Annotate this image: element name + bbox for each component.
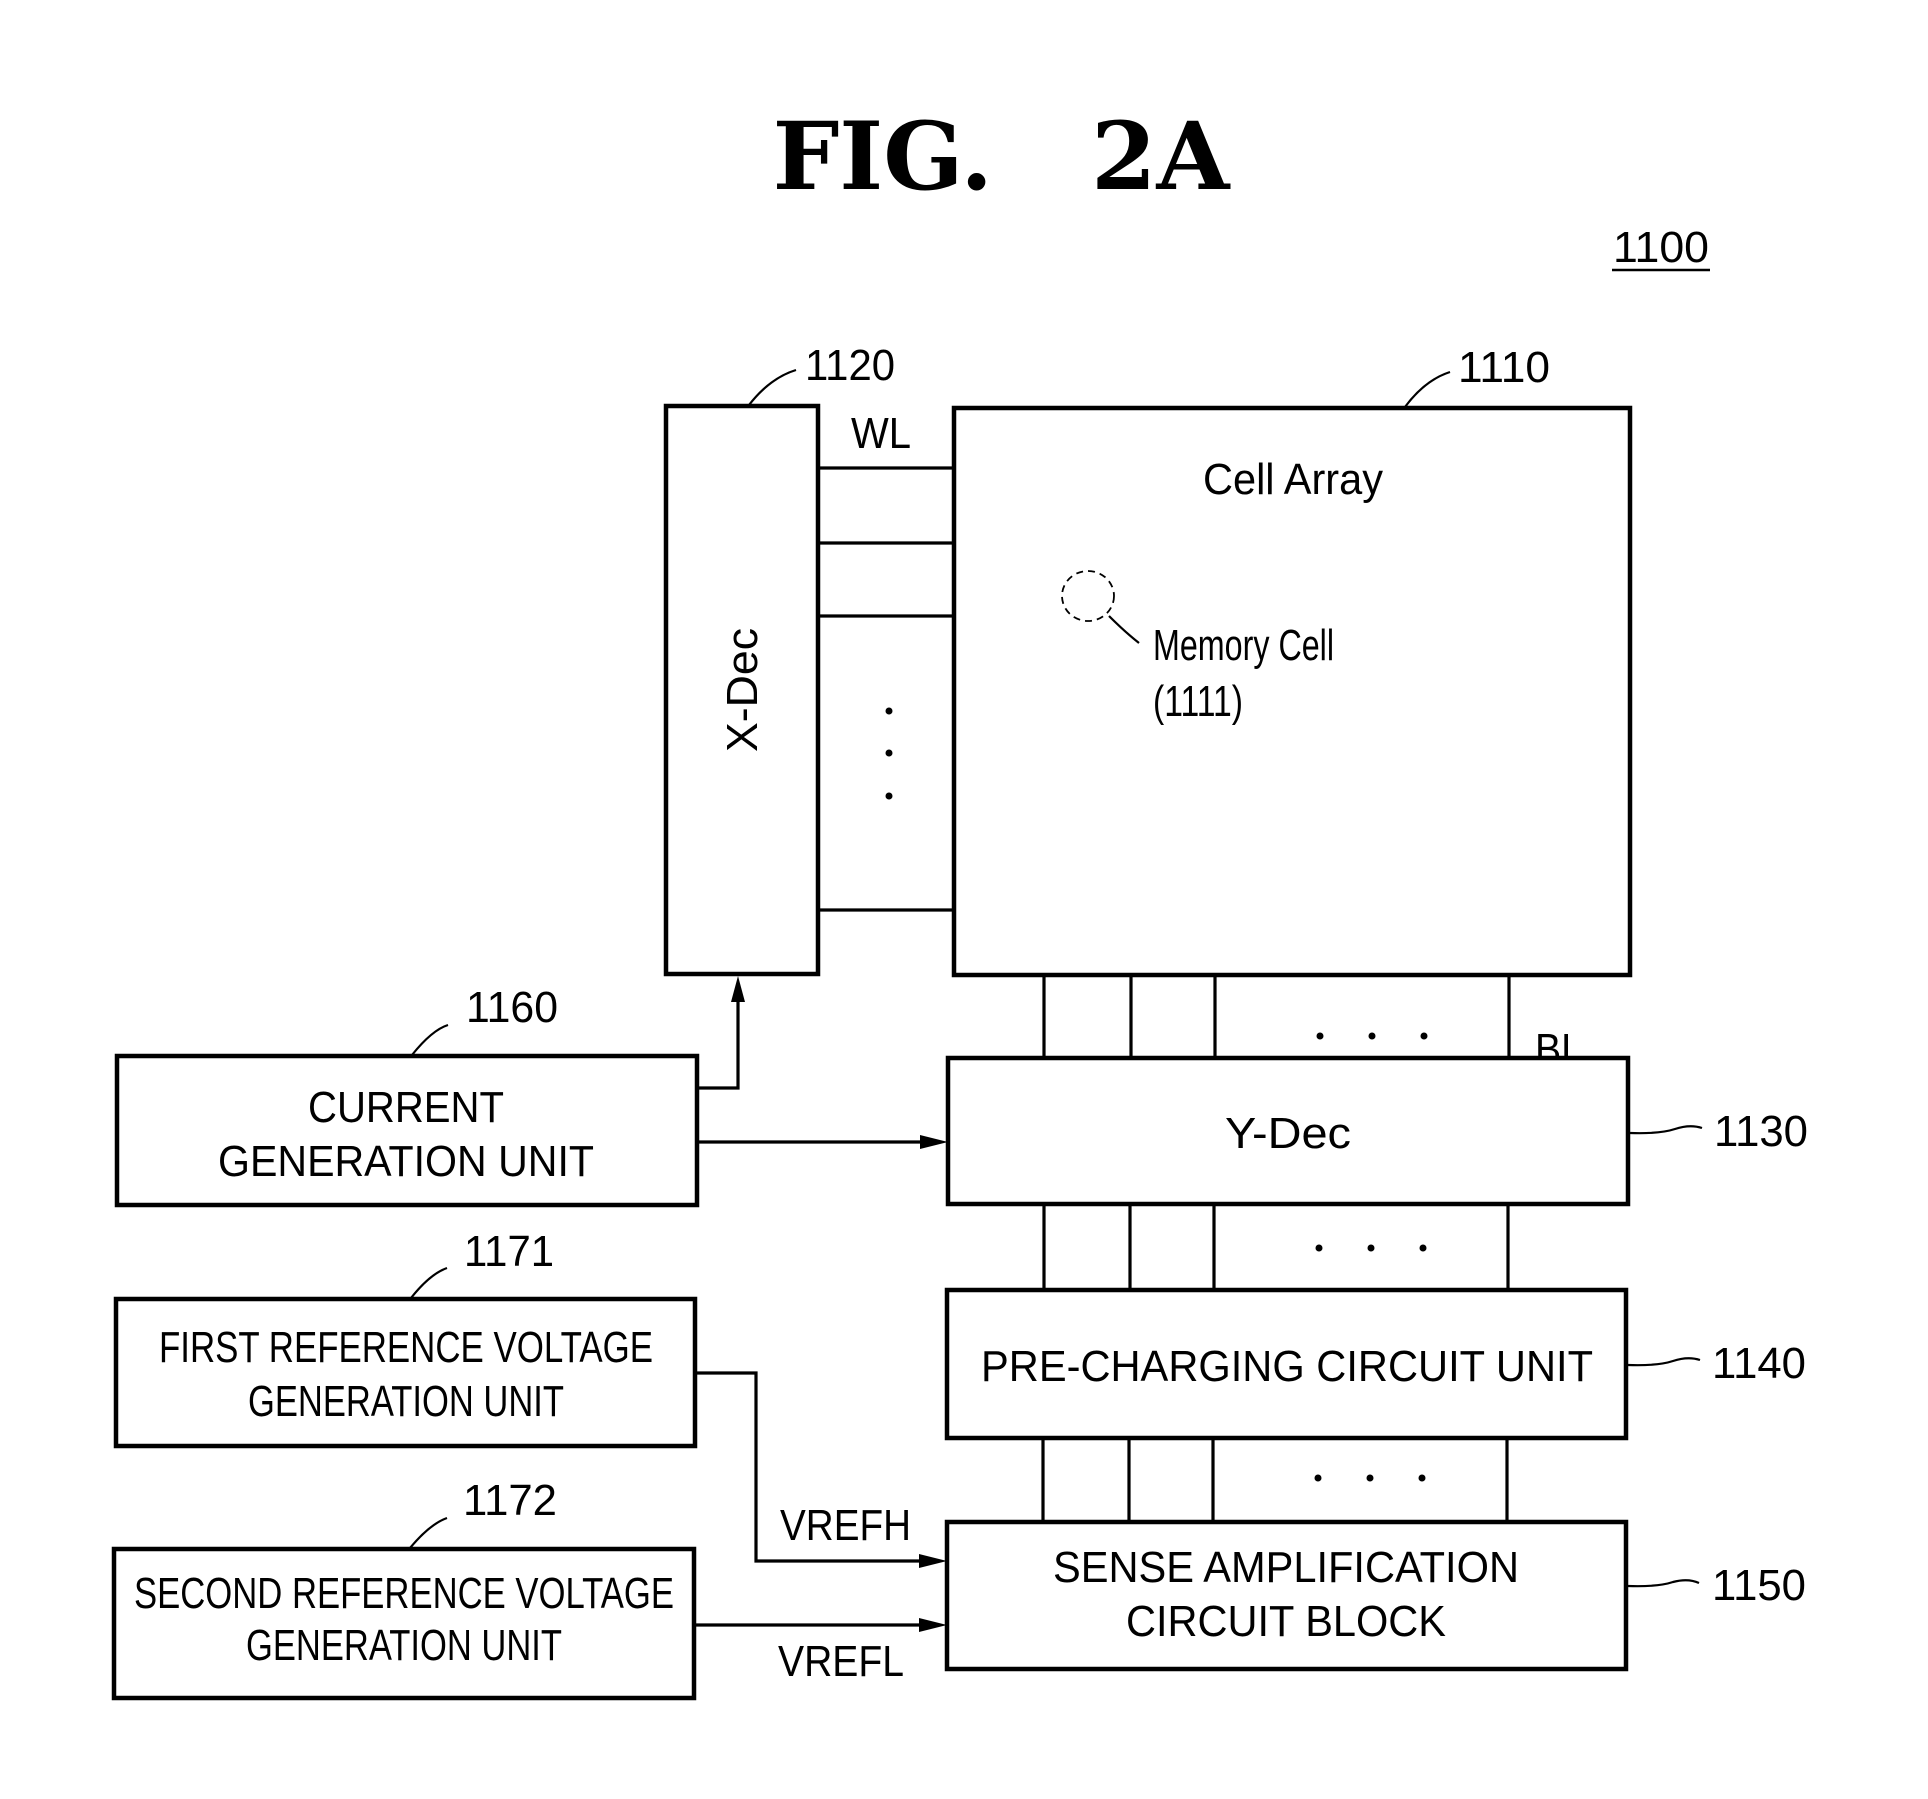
sense-amp-label-line2: CIRCUIT BLOCK bbox=[1126, 1597, 1446, 1646]
sense-amp-ref: 1150 bbox=[1712, 1561, 1806, 1610]
column-ellipsis-dot bbox=[1314, 1474, 1322, 1482]
first-reference-ref: 1171 bbox=[464, 1227, 554, 1276]
second-reference-block: SECOND REFERENCE VOLTAGE GENERATION UNIT bbox=[111, 1546, 697, 1701]
figure-reference-number: 1100 bbox=[1613, 223, 1709, 272]
current-generation-label-line2: GENERATION UNIT bbox=[218, 1137, 594, 1186]
first-reference-block: FIRST REFERENCE VOLTAGE GENERATION UNIT bbox=[113, 1296, 698, 1449]
word-line-ellipsis-dot bbox=[885, 749, 893, 757]
column-ellipsis-dot bbox=[1315, 1244, 1323, 1252]
word-line-ellipsis-dot bbox=[885, 707, 893, 715]
column-ellipsis-dot bbox=[1419, 1244, 1427, 1252]
arrow-up-icon bbox=[731, 976, 745, 1002]
y-decoder-leader bbox=[1629, 1125, 1703, 1135]
word-line-label: WL bbox=[851, 409, 911, 458]
sense-amp-label-line1: SENSE AMPLIFICATION bbox=[1053, 1543, 1519, 1592]
column-ellipsis-dot bbox=[1367, 1244, 1375, 1252]
first-reference-label-line1: FIRST REFERENCE VOLTAGE bbox=[159, 1323, 653, 1372]
y-decoder-ref: 1130 bbox=[1714, 1107, 1808, 1156]
sense-amp-leader bbox=[1627, 1579, 1700, 1588]
column-ellipsis-dot bbox=[1418, 1474, 1426, 1482]
current-generation-label-line1: CURRENT bbox=[308, 1083, 504, 1132]
second-reference-label-line2: GENERATION UNIT bbox=[246, 1621, 562, 1670]
cell-array-label: Cell Array bbox=[1203, 455, 1383, 504]
precharging-label: PRE-CHARGING CIRCUIT UNIT bbox=[981, 1342, 1593, 1391]
second-reference-ref: 1172 bbox=[463, 1476, 557, 1525]
x-decoder-label: X-Dec bbox=[718, 628, 767, 752]
current-generation-leader bbox=[411, 1023, 449, 1056]
bit-line-ellipsis-dot bbox=[1420, 1032, 1428, 1040]
second-reference-label-line1: SECOND REFERENCE VOLTAGE bbox=[134, 1569, 674, 1618]
x-decoder-leader bbox=[748, 368, 797, 406]
word-line-ellipsis-dot bbox=[885, 792, 893, 800]
bit-lines bbox=[1042, 975, 1511, 1058]
arrow-right-icon bbox=[920, 1135, 948, 1149]
precharging-leader bbox=[1627, 1357, 1701, 1367]
vrefl-label: VREFL bbox=[778, 1637, 904, 1686]
figure-title: FIG. 2A bbox=[773, 102, 1231, 212]
current-to-xdec-connector bbox=[697, 998, 740, 1090]
cell-array-ref: 1110 bbox=[1458, 343, 1550, 392]
column-ellipsis-dot bbox=[1366, 1474, 1374, 1482]
bit-line-ellipsis-dot bbox=[1316, 1032, 1324, 1040]
current-generation-ref: 1160 bbox=[466, 983, 558, 1032]
arrow-right-icon bbox=[919, 1618, 947, 1632]
second-reference-leader bbox=[409, 1516, 448, 1549]
vrefh-label: VREFH bbox=[780, 1501, 911, 1550]
memory-cell-label: Memory Cell bbox=[1153, 621, 1334, 670]
first-reference-label-line2: GENERATION UNIT bbox=[248, 1377, 564, 1426]
block-diagram: FIG. 2A 1100 X-Dec 1120 Cell Array 1110 … bbox=[111, 102, 1808, 1701]
memory-cell-ref: (1111) bbox=[1153, 677, 1243, 726]
cell-array-leader bbox=[1404, 370, 1451, 408]
column-lines-upper bbox=[1042, 1204, 1510, 1290]
precharging-block: PRE-CHARGING CIRCUIT UNIT bbox=[944, 1287, 1629, 1441]
precharging-ref: 1140 bbox=[1712, 1339, 1806, 1388]
column-lines-lower bbox=[1041, 1438, 1509, 1522]
bit-line-ellipsis-dot bbox=[1368, 1032, 1376, 1040]
word-lines bbox=[818, 466, 954, 912]
current-generation-block: CURRENT GENERATION UNIT bbox=[114, 1053, 700, 1208]
cell-array-block: Cell Array bbox=[951, 405, 1633, 978]
first-reference-leader bbox=[410, 1266, 448, 1299]
sense-amp-block: SENSE AMPLIFICATION CIRCUIT BLOCK bbox=[944, 1519, 1629, 1672]
y-decoder-label: Y-Dec bbox=[1225, 1109, 1351, 1158]
arrow-right-icon bbox=[919, 1554, 947, 1568]
x-decoder-ref: 1120 bbox=[805, 341, 895, 390]
x-decoder-block: X-Dec bbox=[663, 403, 821, 977]
y-decoder-block: Y-Dec bbox=[945, 1055, 1631, 1207]
